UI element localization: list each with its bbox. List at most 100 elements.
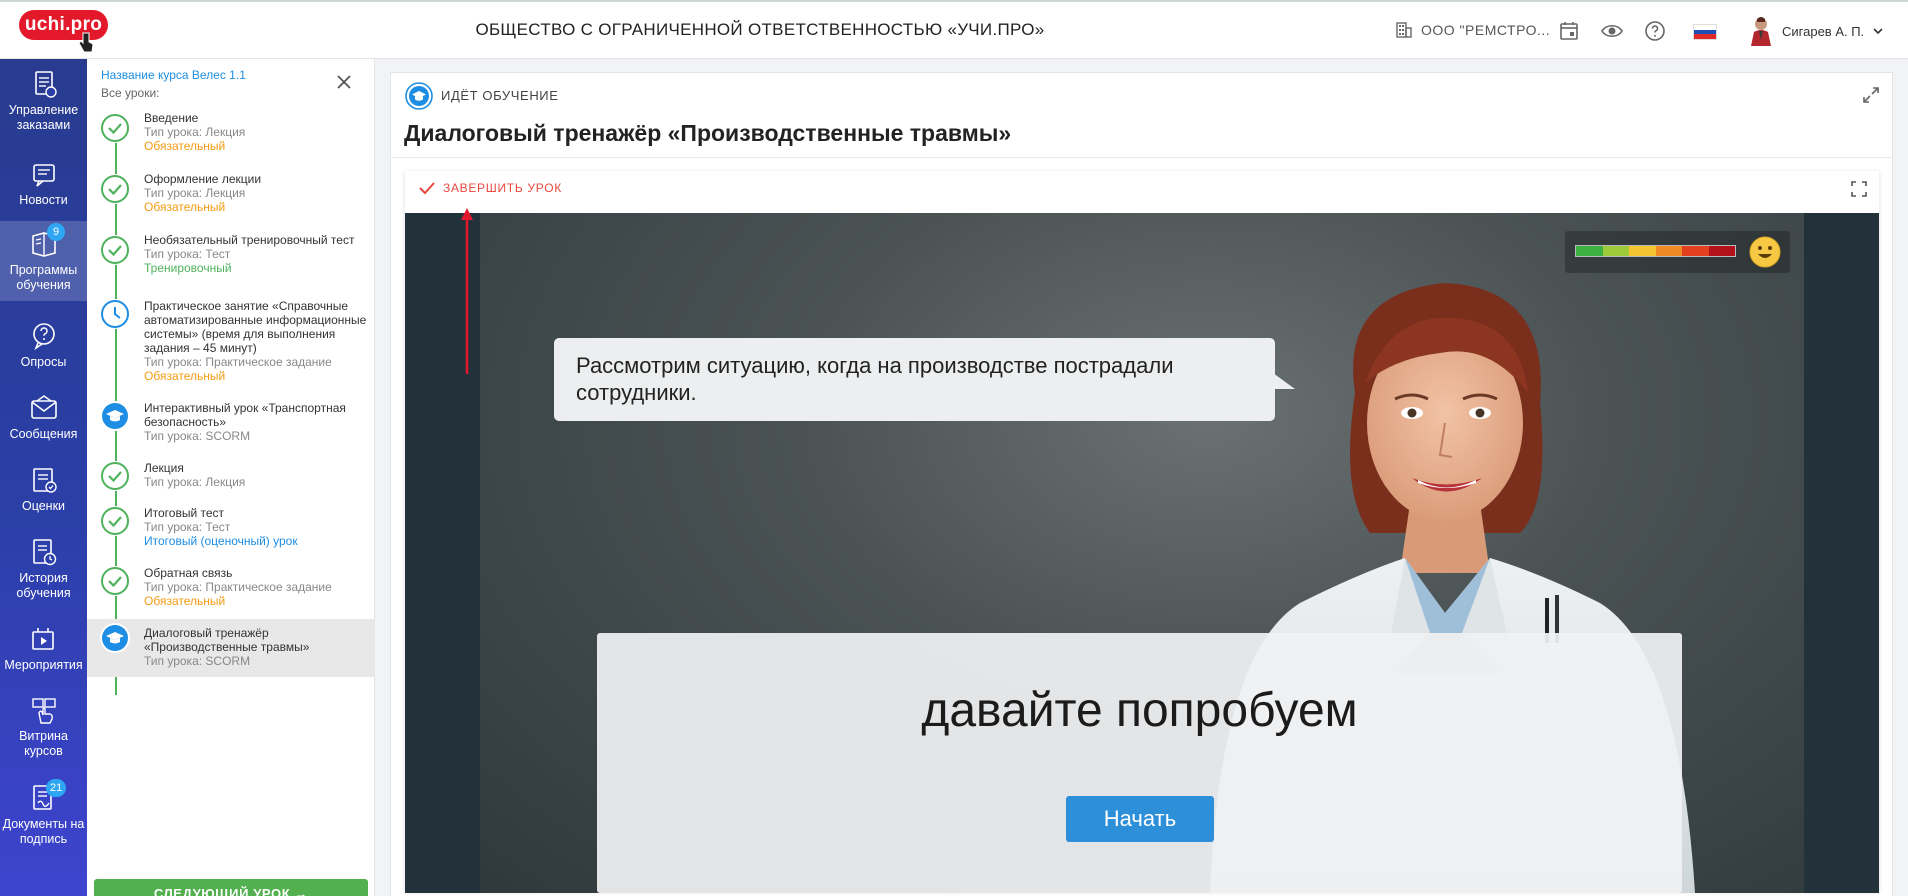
dialog-scene: Рассмотрим ситуацию, когда на производст…: [480, 213, 1804, 893]
lesson-title: Необязательный тренировочный тест: [144, 233, 355, 247]
lesson-type: Тип урока: Тест: [144, 520, 231, 534]
lesson-title: Практическое занятие «Справочные автомат…: [144, 299, 367, 355]
lesson-type: Тип урока: Лекция: [144, 475, 246, 489]
nav-news[interactable]: Новости: [0, 159, 87, 219]
finish-lesson-button[interactable]: ЗАВЕРШИТЬ УРОК: [419, 181, 562, 195]
next-lesson-button[interactable]: СЛЕДУЮЩИЙ УРОК →: [94, 879, 368, 896]
expand-icon[interactable]: [1861, 85, 1881, 105]
dialog-panel: давайте попробуем Начать: [597, 633, 1682, 893]
main-navigation: Управление заказами Новости Программы об…: [0, 59, 87, 896]
page-title: Диалоговый тренажёр «Производственные тр…: [404, 120, 1012, 146]
graduation-cap-icon: [100, 623, 130, 653]
nav-messages[interactable]: Сообщения: [0, 393, 87, 453]
nav-label: Опросы: [20, 355, 67, 369]
lesson-type: Тип урока: Лекция: [144, 186, 246, 200]
lesson-title: Диалоговый тренажёр «Производственные тр…: [144, 626, 310, 654]
lesson-item-current[interactable]: Диалоговый тренажёр «Производственные тр…: [87, 619, 375, 677]
scorm-stage: Рассмотрим ситуацию, когда на производст…: [405, 213, 1879, 893]
lesson-tag: Обязательный: [144, 139, 226, 153]
lesson-title: Итоговый тест: [144, 506, 225, 520]
nav-course-showcase[interactable]: Витрина курсов: [0, 695, 87, 775]
speech-bubble-tail: [1273, 373, 1295, 389]
messages-icon: [30, 395, 57, 419]
lesson-tag: Обязательный: [144, 369, 226, 383]
lesson-title: Интерактивный урок «Транспортная безопас…: [144, 401, 346, 429]
nav-label: Сообщения: [9, 427, 78, 441]
lesson-item[interactable]: Введение Тип урока: Лекция Обязательный: [87, 111, 375, 171]
mood-meter: [1565, 231, 1790, 273]
lesson-type: Тип урока: SCORM: [144, 654, 251, 668]
nav-events[interactable]: Мероприятия: [0, 624, 87, 684]
nav-label: Витрина курсов: [19, 729, 68, 758]
lesson-type: Тип урока: Тест: [144, 247, 231, 261]
nav-documents-to-sign[interactable]: Документы на подпись 21: [0, 779, 87, 863]
organization-title: ОБЩЕСТВО С ОГРАНИЧЕННОЙ ОТВЕТСТВЕННОСТЬЮ…: [475, 20, 1045, 39]
lesson-player: ЗАВЕРШИТЬ УРОК Рассмотрим ситуацию, когд…: [405, 171, 1879, 893]
checkmark-icon: [419, 182, 435, 195]
check-circle-icon: [100, 461, 130, 491]
lesson-tag: Итоговый (оценочный) урок: [144, 534, 298, 548]
lesson-item[interactable]: Необязательный тренировочный тест Тип ур…: [87, 233, 375, 293]
documents-count-badge: 21: [46, 779, 67, 797]
lesson-tag: Тренировочный: [144, 261, 232, 275]
lesson-title: Лекция: [144, 461, 184, 475]
check-circle-icon: [100, 235, 130, 265]
company-selector[interactable]: ООО "РЕМСТРО...: [1395, 21, 1550, 39]
all-lessons-label: Все уроки:: [101, 86, 160, 100]
lesson-item[interactable]: Итоговый тест Тип урока: Тест Итоговый (…: [87, 506, 375, 562]
nav-grades[interactable]: Оценки: [0, 465, 87, 525]
divider: [391, 157, 1892, 158]
lesson-item[interactable]: Обратная связь Тип урока: Практическое з…: [87, 566, 375, 622]
check-circle-icon: [100, 566, 130, 596]
nav-programs[interactable]: Программы обучения 9: [0, 221, 87, 301]
lesson-item[interactable]: Практическое занятие «Справочные автомат…: [87, 299, 375, 395]
fullscreen-icon[interactable]: [1851, 181, 1867, 197]
nav-label: История обучения: [16, 571, 71, 600]
lesson-tag: Обязательный: [144, 594, 226, 608]
annotation-arrow-icon: [461, 208, 473, 374]
lesson-type: Тип урока: Практическое задание: [144, 580, 332, 594]
check-circle-icon: [100, 506, 130, 536]
nav-surveys[interactable]: Опросы: [0, 321, 87, 381]
lesson-title: Оформление лекции: [144, 172, 262, 186]
user-menu[interactable]: Сигарев А. П.: [1748, 16, 1884, 46]
avatar: [1751, 17, 1771, 46]
help-icon[interactable]: [1643, 19, 1667, 43]
lesson-item[interactable]: Лекция Тип урока: Лекция: [87, 461, 375, 501]
programs-count-badge: 9: [47, 223, 65, 241]
lessons-panel: Название курса Велес 1.1 Все уроки: Введ…: [87, 59, 375, 896]
lesson-item[interactable]: Оформление лекции Тип урока: Лекция Обяз…: [87, 172, 375, 232]
smiley-face-icon: [1749, 236, 1781, 268]
lesson-title: Обратная связь: [144, 566, 233, 580]
course-name-link[interactable]: Название курса Велес 1.1: [101, 68, 246, 82]
nav-orders[interactable]: Управление заказами: [0, 69, 87, 141]
showcase-icon: [31, 698, 56, 724]
nav-label: Программы обучения: [9, 263, 78, 292]
lesson-title: Введение: [144, 111, 199, 125]
orders-icon: [34, 71, 57, 98]
nav-label: Новости: [19, 193, 68, 207]
close-icon[interactable]: [335, 73, 353, 91]
lesson-item[interactable]: Интерактивный урок «Транспортная безопас…: [87, 401, 375, 449]
lesson-card: ИДЁТ ОБУЧЕНИЕ Диалоговый тренажёр «Произ…: [390, 72, 1893, 896]
building-icon: [1396, 22, 1412, 38]
lesson-type: Тип урока: Практическое задание: [144, 355, 332, 369]
chevron-down-icon: [1873, 28, 1883, 35]
uchi-pro-logo[interactable]: uchi.pro: [19, 10, 108, 40]
start-button[interactable]: Начать: [1066, 796, 1214, 842]
news-icon: [32, 164, 55, 187]
nav-label: Документы на подпись: [2, 817, 85, 846]
dialog-prompt: давайте попробуем: [921, 684, 1358, 737]
company-name: ООО "РЕМСТРО...: [1421, 22, 1551, 38]
learning-status: ИДЁТ ОБУЧЕНИЕ: [441, 88, 559, 103]
lesson-type: Тип урока: Лекция: [144, 125, 246, 139]
graduation-cap-icon: [405, 82, 433, 110]
nav-history[interactable]: История обучения: [0, 537, 87, 617]
nav-label: Управление заказами: [8, 103, 79, 132]
events-icon: [31, 628, 54, 650]
nav-label: Оценки: [21, 499, 66, 513]
surveys-icon: [32, 323, 55, 351]
calendar-icon[interactable]: [1557, 19, 1581, 43]
russian-flag-icon[interactable]: [1693, 24, 1717, 40]
eye-icon[interactable]: [1600, 19, 1624, 43]
